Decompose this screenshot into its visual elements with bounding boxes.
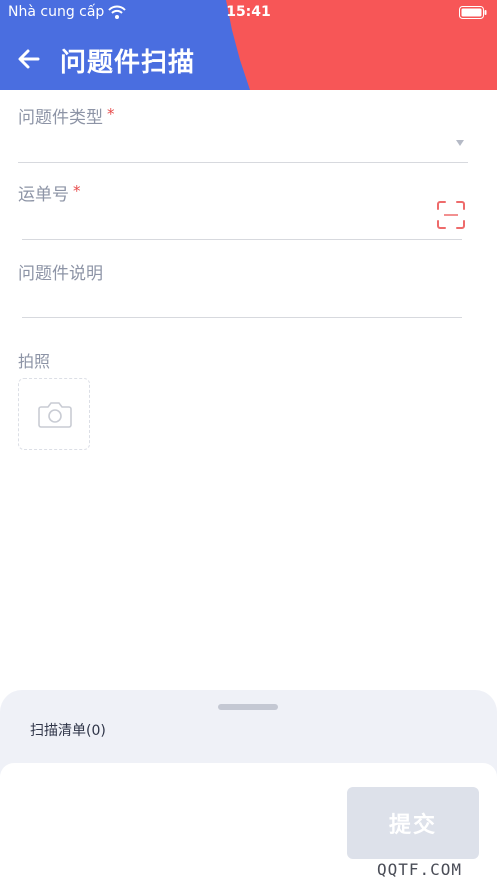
scan-list-title[interactable]: 扫描清单(0) xyxy=(30,720,106,740)
waybill-label: 运单号 * xyxy=(18,180,81,205)
page-title: 问题件扫描 xyxy=(60,48,196,78)
sheet-drag-handle[interactable] xyxy=(218,704,278,710)
description-label: 问题件说明 xyxy=(18,264,103,284)
camera-icon xyxy=(38,402,72,428)
required-mark: * xyxy=(107,105,115,123)
add-photo-button[interactable] xyxy=(18,378,90,450)
watermark-text: QQTF.COM xyxy=(377,860,463,879)
clock-time: 15:41 xyxy=(226,4,271,20)
dropdown-arrow-icon[interactable] xyxy=(456,140,464,146)
back-arrow-icon[interactable] xyxy=(16,46,42,72)
submit-button[interactable]: 提交 xyxy=(347,787,479,859)
waybill-label-text: 运单号 xyxy=(18,185,69,205)
description-input[interactable] xyxy=(22,282,462,316)
problem-type-label-text: 问题件类型 xyxy=(18,108,103,128)
battery-icon xyxy=(459,6,487,19)
waybill-input[interactable] xyxy=(22,204,422,238)
photo-label: 拍照 xyxy=(18,352,51,371)
divider xyxy=(18,162,468,163)
required-mark: * xyxy=(73,182,81,200)
scan-icon[interactable] xyxy=(436,200,466,230)
scan-list-sheet: 扫描清单(0) 提交 xyxy=(0,690,497,883)
problem-type-select[interactable] xyxy=(18,128,468,162)
divider xyxy=(22,239,462,240)
status-bar: Nhà cung cấp 15:41 xyxy=(0,0,497,26)
app-header: Nhà cung cấp 15:41 问题件扫描 xyxy=(0,0,497,90)
problem-type-label: 问题件类型 * xyxy=(18,103,115,128)
divider xyxy=(22,317,462,318)
